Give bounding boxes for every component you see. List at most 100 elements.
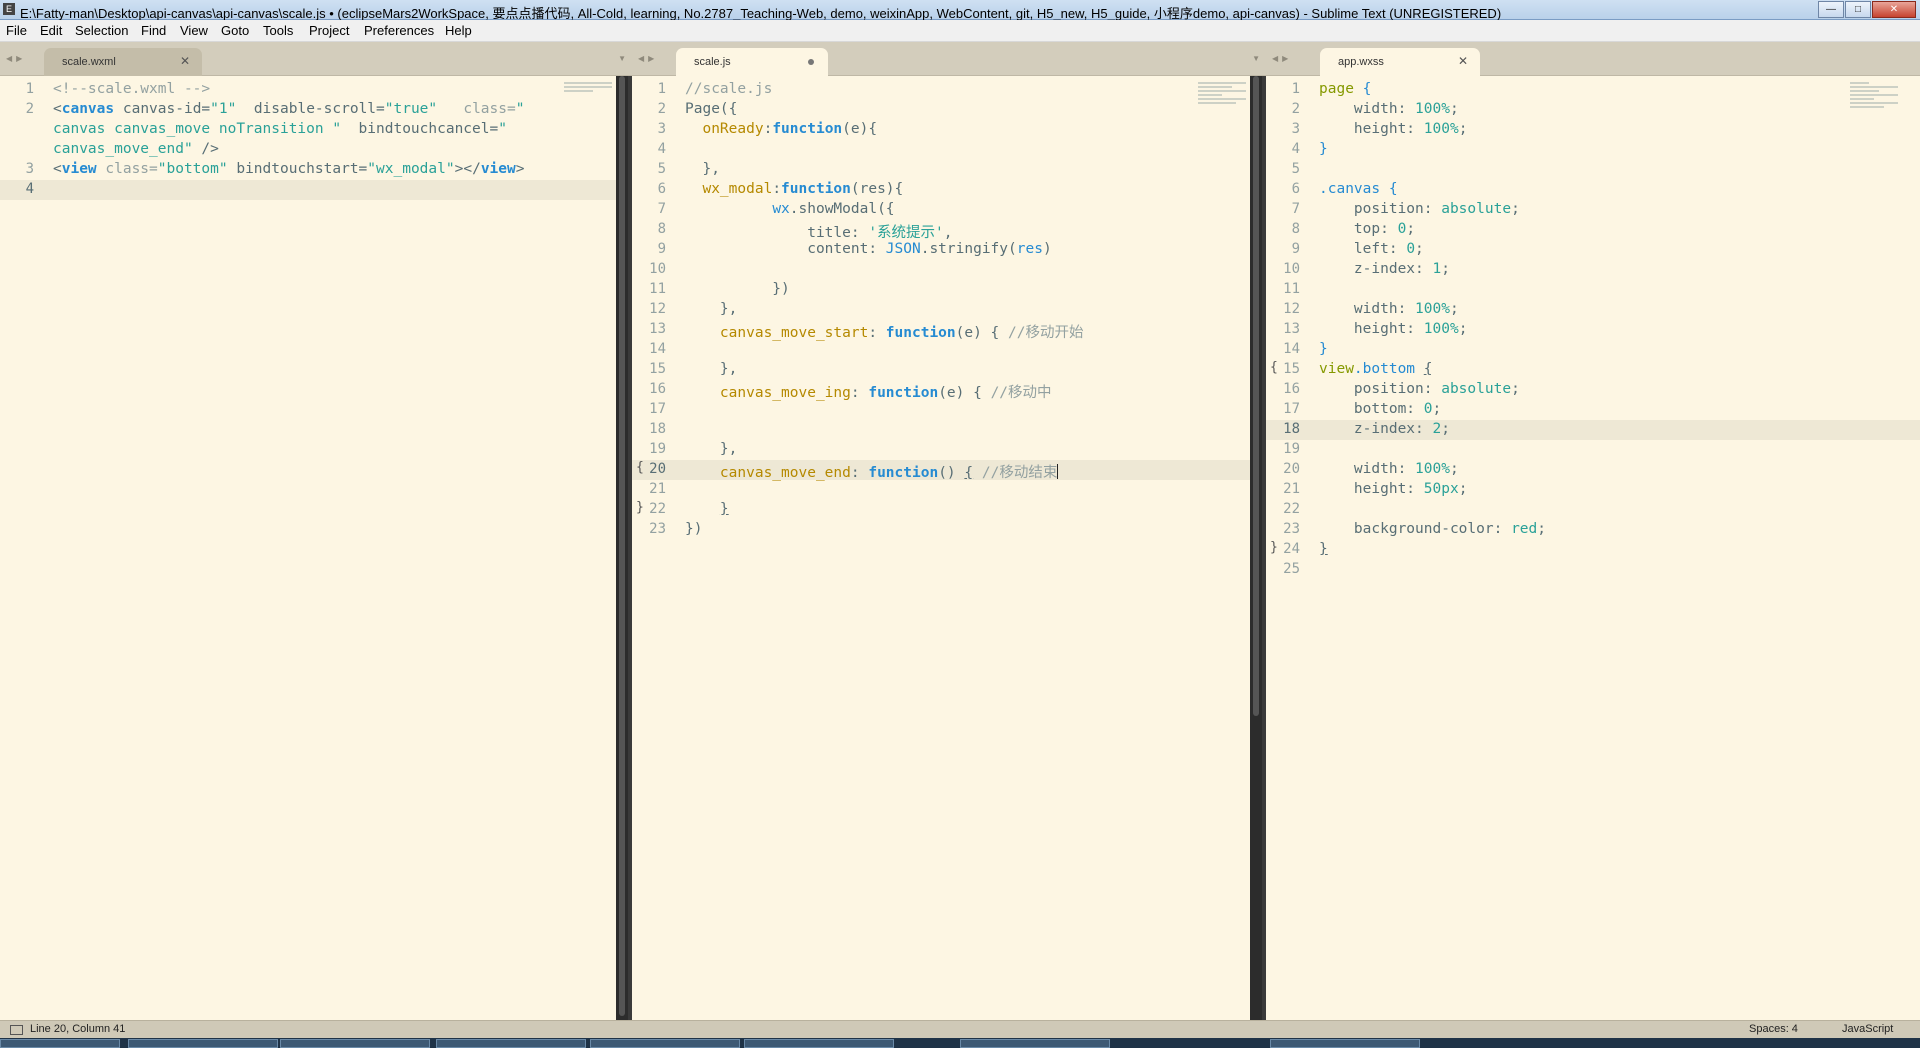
code-text[interactable]: }	[1319, 341, 1328, 357]
code-text[interactable]: height: 50px;	[1319, 481, 1468, 497]
syntax-setting[interactable]: JavaScript	[1842, 1023, 1893, 1035]
code-line[interactable]: 14	[632, 340, 1250, 360]
code-line[interactable]: 25	[1266, 560, 1920, 580]
code-line[interactable]: 9 left: 0;	[1266, 240, 1920, 260]
code-line[interactable]: 2 width: 100%;	[1266, 100, 1920, 120]
code-text[interactable]: background-color: red;	[1319, 521, 1546, 537]
minimize-icon[interactable]: —	[1818, 1, 1844, 18]
code-text[interactable]: },	[685, 161, 719, 177]
code-area[interactable]: 1 page {2 width: 100%; 3 height: 100%; 4} 5 6…	[1266, 80, 1920, 580]
minimap[interactable]	[1850, 82, 1898, 122]
menu-find[interactable]: Find	[141, 23, 166, 38]
code-line[interactable]: 18	[632, 420, 1250, 440]
code-line[interactable]: 5 },	[632, 160, 1250, 180]
menu-view[interactable]: View	[180, 23, 208, 38]
code-line[interactable]: canvas_move_end" />	[0, 140, 616, 160]
code-text[interactable]: view.bottom {	[1319, 361, 1433, 377]
code-line[interactable]: 7 position: absolute;	[1266, 200, 1920, 220]
code-line[interactable]: 5	[1266, 160, 1920, 180]
code-text[interactable]: width: 100%;	[1319, 461, 1459, 477]
code-line[interactable]: 4	[632, 140, 1250, 160]
code-text[interactable]: }	[1319, 541, 1328, 557]
tab-close-icon[interactable]: ✕	[180, 54, 190, 68]
code-line[interactable]: 10	[632, 260, 1250, 280]
code-line[interactable]: 17 bottom: 0;	[1266, 400, 1920, 420]
minimap[interactable]	[1198, 82, 1246, 122]
maximize-icon[interactable]: □	[1845, 1, 1871, 18]
code-area[interactable]: 1 <!--scale.wxml --> 2 <canvas canvas-id="1…	[0, 80, 616, 200]
code-area[interactable]: 1 //scale.js 2 Page({3 onReady:function(e){…	[632, 80, 1250, 540]
code-text[interactable]: bottom: 0;	[1319, 401, 1441, 417]
code-text[interactable]: canvas_move_start: function(e) { //移动开始	[685, 321, 1084, 342]
code-text[interactable]: top: 0;	[1319, 221, 1415, 237]
taskbar-item[interactable]	[436, 1039, 586, 1048]
code-line[interactable]: canvas canvas_move noTransition " bindto…	[0, 120, 616, 140]
code-line[interactable]: {20 canvas_move_end: function() { //移动结束	[632, 460, 1250, 481]
code-text[interactable]: width: 100%;	[1319, 301, 1459, 317]
panel-toggle-icon[interactable]	[10, 1025, 23, 1035]
code-line[interactable]: 18 z-index: 2;	[1266, 420, 1920, 440]
code-line[interactable]: 1 <!--scale.wxml -->	[0, 80, 616, 100]
code-line[interactable]: 9 content: JSON.stringify(res)	[632, 240, 1250, 260]
menu-goto[interactable]: Goto	[221, 23, 249, 38]
code-line[interactable]: 2 Page({	[632, 100, 1250, 120]
code-text[interactable]: }	[1319, 141, 1328, 157]
code-text[interactable]: .canvas {	[1319, 181, 1398, 197]
code-text[interactable]: title: '系统提示',	[685, 221, 952, 242]
code-text[interactable]: page {	[1319, 81, 1371, 97]
code-text[interactable]: }	[685, 501, 729, 517]
code-text[interactable]: },	[685, 361, 737, 377]
editor-pane-wxss[interactable]: 1 page {2 width: 100%; 3 height: 100%; 4} 5 6…	[1266, 76, 1920, 1020]
tab-scroll-arrows-icon[interactable]: ◀▶	[638, 54, 658, 63]
tab-dropdown-icon[interactable]: ▼	[1252, 54, 1260, 63]
code-line[interactable]: 22	[1266, 500, 1920, 520]
code-text[interactable]: canvas_move_end" />	[53, 141, 219, 157]
taskbar-item[interactable]	[280, 1039, 430, 1048]
tab-scale-js[interactable]: scale.js	[676, 48, 828, 76]
code-line[interactable]: 6 .canvas {	[1266, 180, 1920, 200]
code-line[interactable]: 10 z-index: 1;	[1266, 260, 1920, 280]
scrollbar-js[interactable]	[1250, 76, 1262, 1020]
code-text[interactable]: })	[685, 281, 789, 297]
taskbar-item[interactable]	[960, 1039, 1110, 1048]
code-text[interactable]: height: 100%;	[1319, 321, 1468, 337]
code-text[interactable]: canvas_move_ing: function(e) { //移动中	[685, 381, 1052, 402]
code-text[interactable]: onReady:function(e){	[685, 121, 877, 137]
code-line[interactable]: 7 wx.showModal({	[632, 200, 1250, 220]
code-line[interactable]: {15 view.bottom {	[1266, 360, 1920, 380]
code-line[interactable]: 13 height: 100%;	[1266, 320, 1920, 340]
code-line[interactable]: 1 //scale.js	[632, 80, 1250, 100]
scrollbar-wxml[interactable]	[616, 76, 628, 1020]
code-line[interactable]: 17	[632, 400, 1250, 420]
code-line[interactable]: 13 canvas_move_start: function(e) { //移动…	[632, 320, 1250, 342]
taskbar-item[interactable]	[744, 1039, 894, 1048]
editor-pane-js[interactable]: 1 //scale.js 2 Page({3 onReady:function(e){…	[632, 76, 1250, 1020]
code-line[interactable]: 11 })	[632, 280, 1250, 300]
taskbar-item[interactable]	[590, 1039, 740, 1048]
code-text[interactable]: z-index: 1;	[1319, 261, 1450, 277]
tab-scale-wxml[interactable]: scale.wxml ✕	[44, 48, 202, 76]
code-text[interactable]: //scale.js	[685, 81, 772, 97]
code-text[interactable]: content: JSON.stringify(res)	[685, 241, 1051, 257]
code-line[interactable]: 12 width: 100%;	[1266, 300, 1920, 320]
menu-edit[interactable]: Edit	[40, 23, 62, 38]
code-text[interactable]: position: absolute;	[1319, 381, 1520, 397]
code-line[interactable]: 6 wx_modal:function(res){	[632, 180, 1250, 200]
code-line[interactable]: 19 },	[632, 440, 1250, 460]
menu-file[interactable]: File	[6, 23, 27, 38]
code-text[interactable]: wx.showModal({	[685, 201, 894, 217]
code-line[interactable]: 12 },	[632, 300, 1250, 320]
code-line[interactable]: 21 height: 50px;	[1266, 480, 1920, 500]
close-icon[interactable]: ✕	[1872, 1, 1916, 18]
code-line[interactable]: 23 background-color: red;	[1266, 520, 1920, 540]
code-text[interactable]: z-index: 2;	[1319, 421, 1450, 437]
code-text[interactable]: position: absolute;	[1319, 201, 1520, 217]
code-line[interactable]: 21	[632, 480, 1250, 500]
code-text[interactable]: wx_modal:function(res){	[685, 181, 903, 197]
tab-close-icon[interactable]: ✕	[1458, 54, 1468, 68]
scrollbar-thumb[interactable]	[1253, 76, 1259, 716]
menu-project[interactable]: Project	[309, 23, 349, 38]
code-text[interactable]: <!--scale.wxml -->	[53, 81, 210, 97]
taskbar-item[interactable]	[128, 1039, 278, 1048]
editor-pane-wxml[interactable]: 1 <!--scale.wxml --> 2 <canvas canvas-id="1…	[0, 76, 616, 1020]
